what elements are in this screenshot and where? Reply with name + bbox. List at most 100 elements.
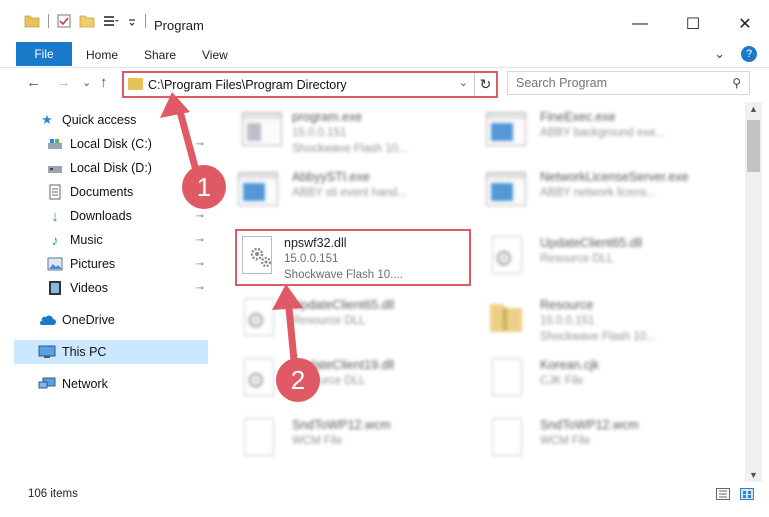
forward-button[interactable]: → [56,74,71,91]
pictures-icon [46,255,64,273]
pin-icon: ⊸ [195,234,204,246]
file-icon [238,416,280,460]
sidebar-item-label: This PC [62,345,107,359]
sidebar-item-local-disk-d[interactable]: Local Disk (D:) [14,156,208,180]
up-button[interactable]: ↑ [100,74,108,91]
file-detail: 15.0.0.151 [540,315,595,327]
file-detail: Shockwave Flash 10... [292,143,408,155]
sidebar-item-label: Music [70,233,103,247]
file-detail: WCM File [292,435,343,447]
file-detail: ABBY sti event hand... [292,187,407,199]
file-name: FineExec.exe [540,110,616,124]
file-detail: ABBY network licens... [540,187,657,199]
drive-icon [46,159,64,177]
file-name: SndToWP12.wcm [540,418,639,432]
file-item[interactable]: AbbyySTI.exe ABBY sti event hand... [228,162,468,218]
download-icon: ↓ [51,207,59,225]
file-item[interactable]: Resource 15.0.0.151 Shockwave Flash 10..… [476,290,716,346]
file-item[interactable]: SndToWP12.wcm WCM File [476,410,716,466]
recent-locations-button[interactable]: ⌄ [82,76,91,89]
refresh-button[interactable]: ↻ [474,73,496,96]
close-button[interactable]: ✕ [733,12,757,36]
address-dropdown-button[interactable]: ⌄ [459,76,468,89]
app-window-icon [238,168,280,212]
vertical-scrollbar[interactable]: ▲ ▼ [745,102,762,482]
sidebar-item-documents[interactable]: Documents ⊸ [14,180,208,204]
file-name: Korean.cjk [540,358,600,372]
file-item[interactable]: ⚙ UpdateClient65.dll Resource DLL [228,290,468,346]
address-bar[interactable]: C:\Program Files\Program Directory ⌄ ↻ [122,71,498,98]
file-detail: ABBY background exe... [540,127,666,139]
scroll-up-icon[interactable]: ▲ [749,104,758,114]
maximize-button[interactable]: ☐ [681,12,705,36]
address-path[interactable]: C:\Program Files\Program Directory [148,78,347,92]
network-icon [38,375,56,393]
file-item[interactable]: FineExec.exe ABBY background exe... [476,102,716,158]
file-icon [486,356,528,400]
dll-icon: ⚙ [238,296,280,340]
details-view-icon[interactable] [716,488,730,500]
tab-view[interactable]: View [202,48,228,62]
file-name: program.exe [292,110,363,124]
navigation-bar: ← → ⌄ ↑ C:\Program Files\Program Directo… [0,68,769,100]
file-detail: Shockwave Flash 10... [540,331,656,343]
cloud-icon [38,311,56,329]
scrollbar-thumb[interactable] [747,120,760,172]
back-button[interactable]: ← [26,74,41,91]
scroll-down-icon[interactable]: ▼ [749,470,758,480]
file-name: Resource [540,298,594,312]
sidebar-item-label: Local Disk (D:) [70,161,152,175]
sidebar-item-onedrive[interactable]: OneDrive [14,308,208,332]
window-title: Program [154,18,204,33]
toolbar-separator [145,14,146,28]
file-detail: Resource DLL [292,315,366,327]
callout-2: 2 [276,358,320,402]
file-item[interactable]: program.exe 15.0.0.151 Shockwave Flash 1… [228,102,468,158]
new-folder-icon[interactable] [79,14,95,28]
pin-icon: ⊸ [195,258,204,270]
file-detail: CJK File [540,375,584,387]
file-item[interactable]: SndToWP12.wcm WCM File [228,410,468,466]
tab-share[interactable]: Share [144,48,176,62]
folder-icon [128,78,143,90]
sidebar-item-music[interactable]: ♪ Music ⊸ [14,228,208,252]
folder-icon[interactable] [24,14,40,28]
app-window-icon [486,168,528,212]
search-box[interactable]: ⚲ [507,71,750,95]
sidebar-item-quick-access[interactable]: ★ Quick access [14,108,208,132]
sidebar-item-this-pc[interactable]: This PC [14,340,208,364]
search-input[interactable] [516,76,726,90]
tab-file[interactable]: File [16,42,72,66]
properties-icon[interactable] [57,14,71,28]
tab-home[interactable]: Home [86,48,118,62]
file-name: SndToWP12.wcm [292,418,391,432]
sidebar-item-pictures[interactable]: Pictures ⊸ [14,252,208,276]
customize-toolbar-icon[interactable] [103,14,119,28]
chevron-down-icon[interactable] [127,14,137,28]
pin-icon: ⊸ [195,282,204,294]
item-count: 106 items [28,488,78,500]
sidebar-item-label: Videos [70,281,108,295]
quick-access-toolbar [24,14,146,28]
pin-icon: ⊸ [195,138,204,150]
expand-ribbon-button[interactable]: ⌄ [714,46,725,62]
file-item[interactable]: Korean.cjk CJK File [476,350,716,406]
help-button[interactable]: ? [741,46,757,62]
sidebar-item-local-disk-c[interactable]: Local Disk (C:) ⊸ [14,132,208,156]
file-item[interactable]: NetworkLicenseServer.exe ABBY network li… [476,162,716,218]
help-icon: ? [745,48,753,60]
sidebar-item-label: OneDrive [62,313,115,327]
minimize-button[interactable]: — [628,12,652,36]
highlight-box [235,229,471,286]
sidebar-item-videos[interactable]: Videos ⊸ [14,276,208,300]
sidebar-item-downloads[interactable]: ↓ Downloads ⊸ [14,204,208,228]
toolbar-separator [48,14,49,28]
file-item[interactable]: ⚙ UpdateClient19.dll Resource DLL [228,350,468,406]
large-icons-view-icon[interactable] [740,488,754,500]
folder-zip-icon [486,296,528,340]
navigation-pane: ★ Quick access Local Disk (C:) ⊸ Local D… [0,104,210,484]
sidebar-item-network[interactable]: Network [14,372,208,396]
file-item[interactable]: ⚙ UpdateClient65.dll Resource DLL [476,228,716,284]
computer-icon [38,343,56,361]
sidebar-item-label: Local Disk (C:) [70,137,152,151]
